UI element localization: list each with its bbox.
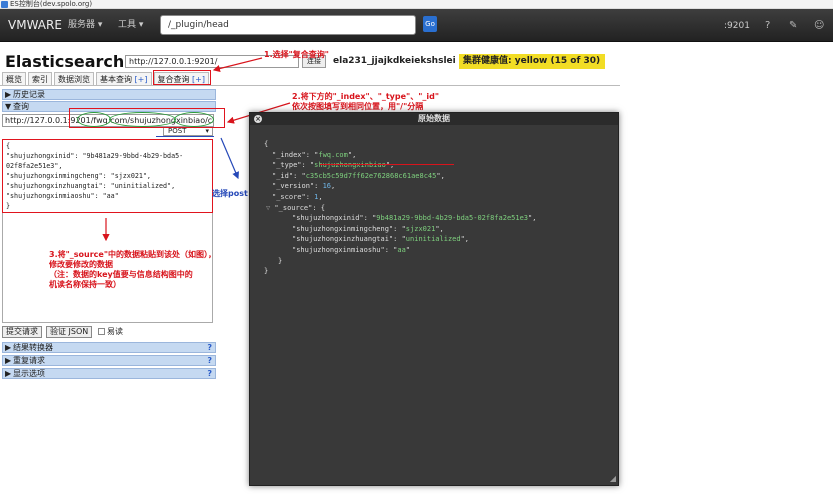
json-line: "shujuzhongxinmingcheng": "sjzx021",: [292, 224, 444, 233]
json-line-score: "_score": 1,: [272, 192, 323, 201]
annotation-step3-line1: 3.将"_source"中的数据粘贴到该处（如图），: [49, 250, 217, 259]
json-value: uninitialized: [405, 235, 461, 244]
json-line: "shujuzhongxinmiaoshu": "aa": [292, 245, 411, 254]
modal-title: 原始数据: [418, 114, 450, 123]
json-line: "shujuzhongxinid": "9b481a29-9bbd-4b29-b…: [292, 214, 537, 223]
json-line-type: "_type": "shujuzhongxinbiao",: [272, 161, 395, 170]
json-value: 1: [314, 192, 319, 201]
json-value: c35cb5c59d7ff62e762868c61ae8c45: [305, 171, 437, 180]
modal-header: × 原始数据: [250, 113, 618, 125]
annotation-step3-line3: （注：数据的key值要与信息结构图中的: [49, 270, 193, 279]
json-value: sjzx021: [405, 224, 436, 233]
resize-handle-icon[interactable]: ◢: [610, 475, 616, 483]
json-line: {: [264, 140, 269, 148]
annotation-step2-line2: 依次按图填写到相同位置，用"/"分隔: [292, 102, 424, 111]
json-value: 16: [322, 182, 332, 191]
json-line-source[interactable]: ▽ "_source": {: [264, 203, 536, 214]
json-value: aa: [397, 245, 406, 254]
annotation-step1: 1.选择"复合查询": [264, 50, 329, 59]
json-line: "shujuzhongxinzhuangtai": "uninitialized…: [292, 235, 470, 244]
json-value: fwq.com: [318, 150, 348, 159]
json-line-id: "_id": "c35cb5c59d7ff62e762868c61ae8c45"…: [272, 171, 445, 180]
json-value: 9b481a29-9bbd-4b29-bda5-02f8fa2e51e3: [376, 214, 529, 223]
annotation-step3-line2: 修改要修改的数据: [49, 260, 113, 269]
json-viewer: { "_index": "fwq.com", "_type": "shujuzh…: [264, 139, 536, 277]
annotation-step2-line1: 2.将下方的"_index"、"_type"、"_id": [292, 92, 440, 101]
raw-data-modal: × 原始数据 { "_index": "fwq.com", "_type": "…: [249, 112, 619, 486]
json-line-version: "_version": 16,: [272, 182, 336, 191]
json-line-index: "_index": "fwq.com",: [272, 150, 357, 159]
collapse-icon[interactable]: ▽: [266, 204, 270, 212]
id-underline: [320, 164, 454, 165]
app-root: ES控制台(dev.spolo.org) VMWARE 服务器 ▾ 工具 ▾ /…: [0, 0, 833, 494]
json-line: }: [264, 267, 269, 276]
annotation-step4: 选择post: [212, 189, 248, 198]
json-value: shujuzhongxinbiao: [314, 161, 386, 170]
json-line: }: [278, 256, 283, 265]
annotation-step3-line4: 机读名称保持一致）: [49, 280, 121, 289]
close-icon[interactable]: ×: [254, 115, 262, 123]
